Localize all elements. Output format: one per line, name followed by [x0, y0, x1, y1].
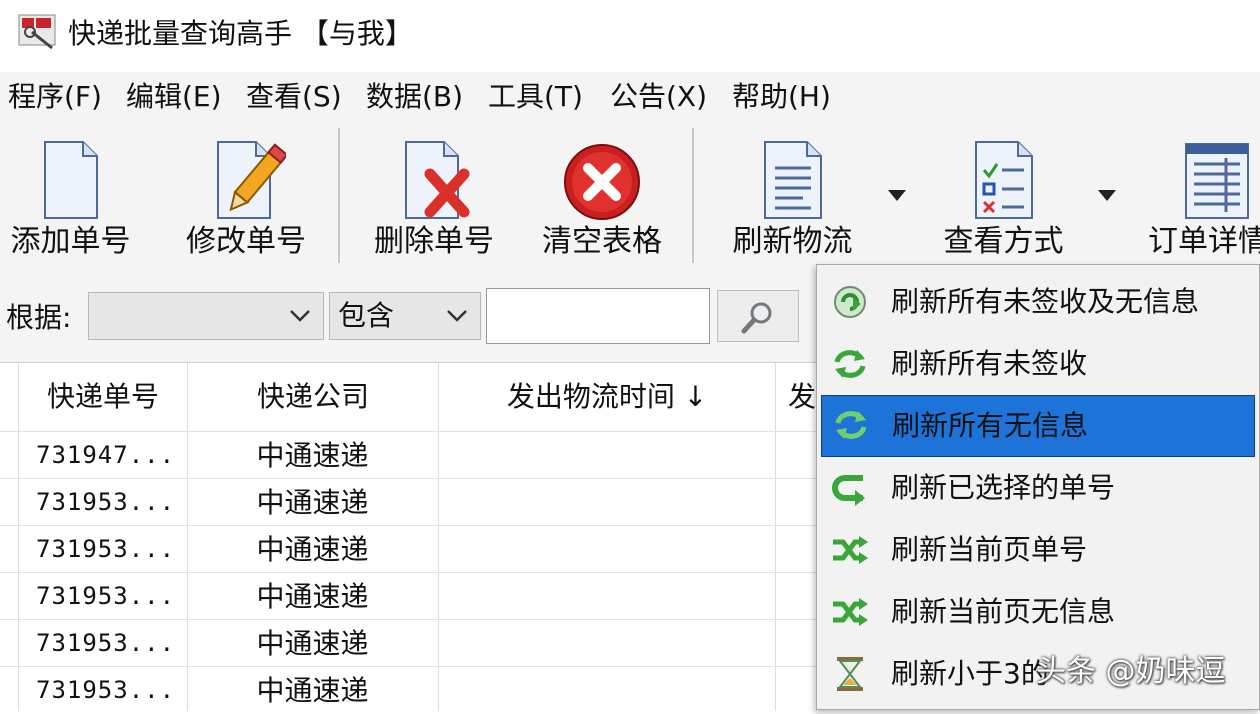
- tracking-number-cell: 731953...: [36, 629, 176, 657]
- courier-cell: 中通速递: [256, 674, 369, 707]
- shuffle-icon: [833, 536, 868, 564]
- table-row[interactable]: 731953... 中通速递: [0, 619, 816, 667]
- menu-item-refresh-unsigned[interactable]: 刷新所有未签收: [821, 335, 1255, 393]
- menu-data[interactable]: 数据(B): [366, 78, 463, 116]
- tracking-number-cell: 731953...: [36, 535, 176, 563]
- menu-item-refresh-selected[interactable]: 刷新已选择的单号: [821, 459, 1255, 517]
- courier-cell: 中通速递: [256, 486, 369, 519]
- courier-cell: 中通速递: [256, 439, 369, 472]
- table-row[interactable]: 731953... 中通速递: [0, 572, 816, 620]
- delete-number-button[interactable]: 删除单号: [370, 130, 498, 265]
- table-row[interactable]: 731953... 中通速递: [0, 666, 816, 714]
- chevron-down-icon: [290, 310, 310, 322]
- menu-item-refresh-current-page[interactable]: 刷新当前页单号: [821, 521, 1255, 579]
- watermark: 头条 @奶味逗: [1036, 654, 1226, 689]
- menu-view[interactable]: 查看(S): [246, 78, 342, 116]
- menu-notice[interactable]: 公告(X): [610, 78, 707, 116]
- title-bar: 快递批量查询高手 【与我】: [0, 0, 1260, 70]
- menu-bar: 程序(F) 编辑(E) 查看(S) 数据(B) 工具(T) 公告(X) 帮助(H…: [0, 72, 1260, 120]
- table-row[interactable]: 731947... 中通速递: [0, 431, 816, 479]
- return-arrow-icon: [832, 475, 865, 506]
- search-button[interactable]: [717, 290, 799, 342]
- menu-item-label: 刷新所有无信息: [892, 409, 1089, 442]
- add-number-label: 添加单号: [10, 224, 131, 259]
- column-header-partial[interactable]: 发: [776, 363, 816, 431]
- menu-item-refresh-current-page-no-info[interactable]: 刷新当前页无信息: [821, 583, 1255, 641]
- courier-cell: 中通速递: [256, 627, 369, 660]
- refresh-dropdown-arrow-icon[interactable]: [888, 190, 906, 201]
- refresh-arrows-icon: [835, 411, 867, 439]
- menu-item-refresh-no-info[interactable]: 刷新所有无信息: [821, 395, 1255, 457]
- refresh-logistics-button[interactable]: 刷新物流: [725, 130, 860, 265]
- menu-item-label: 刷新小于3的: [891, 657, 1049, 690]
- menu-help[interactable]: 帮助(H): [732, 78, 831, 116]
- order-details-label: 订单详情: [1148, 224, 1260, 259]
- refresh-dropdown-menu: 刷新所有未签收及无信息 刷新所有未签收 刷新所有无信息 刷新已选择的单号 刷新当…: [816, 264, 1260, 710]
- shuffle-icon: [833, 598, 868, 626]
- menu-program[interactable]: 程序(F): [8, 78, 102, 116]
- clear-table-button[interactable]: 清空表格: [536, 130, 668, 265]
- column-header-courier[interactable]: 快递公司: [188, 363, 438, 431]
- refresh-arrows-icon: [834, 350, 866, 378]
- match-mode-select[interactable]: 包含: [329, 292, 481, 340]
- menu-item-label: 刷新当前页单号: [891, 533, 1088, 566]
- view-mode-button[interactable]: 查看方式: [936, 130, 1071, 265]
- table-row[interactable]: 731953... 中通速递: [0, 525, 816, 573]
- edit-number-button[interactable]: 修改单号: [182, 130, 310, 265]
- delete-document-icon: [405, 141, 470, 219]
- match-mode-value: 包含: [338, 299, 395, 332]
- order-details-button[interactable]: 订单详情: [1148, 130, 1260, 265]
- chevron-down-icon: [447, 310, 467, 322]
- tracking-table: 快递单号 快递公司 发出物流时间 ↓ 发 731947... 中通速递 7319…: [0, 362, 816, 711]
- menu-edit[interactable]: 编辑(E): [126, 78, 222, 116]
- toolbar-separator: [338, 128, 340, 263]
- refresh-circle-icon: [834, 286, 866, 318]
- menu-tools[interactable]: 工具(T): [488, 78, 583, 116]
- search-icon: [741, 302, 772, 334]
- new-document-icon: [43, 141, 98, 219]
- refresh-document-icon: [763, 141, 822, 219]
- menu-item-label: 刷新所有未签收: [891, 347, 1088, 380]
- delete-number-label: 删除单号: [374, 224, 494, 259]
- table-row[interactable]: 731953... 中通速递: [0, 478, 816, 526]
- clear-table-label: 清空表格: [542, 224, 662, 259]
- search-input[interactable]: [486, 288, 710, 344]
- menu-item-label: 刷新当前页无信息: [891, 595, 1116, 628]
- toolbar: 添加单号 修改单号 删除单号 清空表格 刷新物流 查看方式 订单详情: [0, 120, 1260, 270]
- filter-field-select[interactable]: [88, 292, 324, 340]
- edit-pencil-icon: [217, 141, 286, 219]
- column-header-ship-time[interactable]: 发出物流时间 ↓: [439, 363, 775, 431]
- tracking-number-cell: 731953...: [36, 676, 176, 704]
- tracking-number-cell: 731947...: [36, 441, 176, 469]
- menu-item-label: 刷新所有未签收及无信息: [891, 285, 1200, 318]
- view-mode-label: 查看方式: [943, 224, 1064, 259]
- order-details-icon: [1185, 143, 1249, 219]
- column-header-tracking-number[interactable]: 快递单号: [19, 363, 187, 431]
- menu-item-refresh-unsigned-and-no-info[interactable]: 刷新所有未签收及无信息: [821, 273, 1255, 331]
- menu-item-label: 刷新已选择的单号: [891, 471, 1116, 504]
- hourglass-icon: [837, 657, 863, 691]
- filter-by-label: 根据:: [6, 301, 72, 334]
- window-title: 快递批量查询高手 【与我】: [68, 17, 413, 50]
- edit-number-label: 修改单号: [186, 224, 306, 259]
- refresh-logistics-label: 刷新物流: [732, 224, 853, 259]
- tracking-number-cell: 731953...: [36, 488, 176, 516]
- add-number-button[interactable]: 添加单号: [8, 130, 133, 265]
- checklist-icon: [974, 141, 1033, 219]
- clear-x-circle-icon: [564, 144, 640, 220]
- courier-cell: 中通速递: [256, 533, 369, 566]
- courier-cell: 中通速递: [256, 580, 369, 613]
- tracking-number-cell: 731953...: [36, 582, 176, 610]
- toolbar-separator: [692, 128, 694, 263]
- view-dropdown-arrow-icon[interactable]: [1098, 190, 1116, 201]
- app-logo-icon: [18, 14, 56, 50]
